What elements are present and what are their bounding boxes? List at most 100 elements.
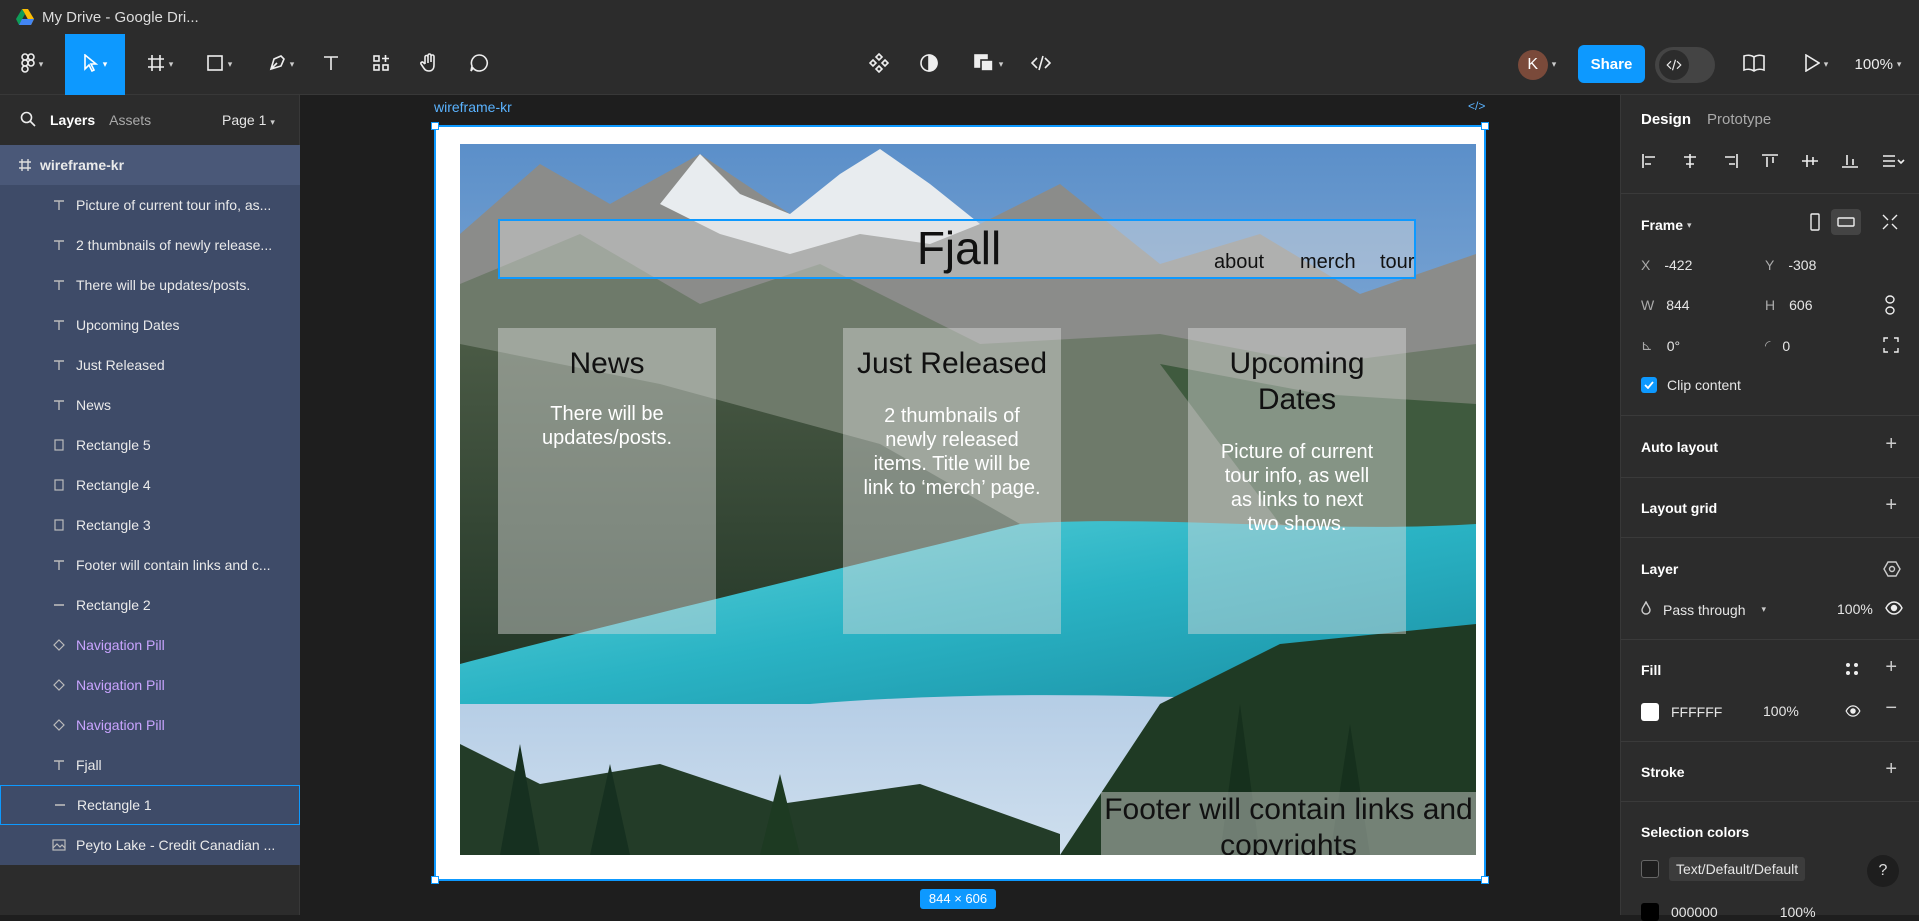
- layer-opacity[interactable]: 100%: [1837, 601, 1873, 617]
- color-swatch[interactable]: [1641, 903, 1659, 921]
- fit-content-icon[interactable]: [1881, 213, 1899, 234]
- dev-mode-toggle[interactable]: [1655, 47, 1715, 83]
- add-layout-grid-icon[interactable]: +: [1885, 494, 1897, 517]
- wireframe-frame[interactable]: Fjall about merch tour News There will b…: [431, 122, 1489, 884]
- layer-row[interactable]: Navigation Pill: [0, 705, 300, 745]
- portrait-icon[interactable]: [1809, 213, 1821, 234]
- header-bar[interactable]: Fjall about merch tour: [498, 219, 1416, 279]
- canvas[interactable]: wireframe-kr </> Fjall about merch tour …: [300, 95, 1620, 915]
- remove-fill-icon[interactable]: −: [1885, 697, 1897, 720]
- resize-handle[interactable]: [431, 876, 439, 884]
- corner-radius-field[interactable]: ◜ 0: [1765, 337, 1790, 354]
- resize-handle[interactable]: [431, 122, 439, 130]
- resize-handle[interactable]: [1481, 122, 1489, 130]
- add-fill-icon[interactable]: +: [1885, 656, 1897, 679]
- rotation-field[interactable]: ⊾ 0°: [1641, 337, 1680, 354]
- align-left-icon[interactable]: [1641, 153, 1659, 172]
- frame-code-icon[interactable]: </>: [1468, 99, 1485, 113]
- news-card[interactable]: News There will be updates/posts.: [498, 328, 716, 634]
- add-auto-layout-icon[interactable]: +: [1885, 433, 1897, 456]
- fill-swatch[interactable]: [1641, 703, 1659, 721]
- frame-section-label[interactable]: Frame: [1641, 217, 1683, 233]
- selection-color-hex[interactable]: 000000: [1671, 904, 1718, 920]
- layer-row[interactable]: Footer will contain links and c...: [0, 545, 300, 585]
- y-field[interactable]: Y -308: [1765, 257, 1816, 273]
- layer-row[interactable]: Rectangle 5: [0, 425, 300, 465]
- layer-row[interactable]: wireframe-kr: [0, 145, 300, 185]
- layer-row[interactable]: Navigation Pill: [0, 625, 300, 665]
- align-top-icon[interactable]: [1761, 153, 1779, 172]
- page-selector[interactable]: Page 1 ▾: [222, 112, 275, 128]
- present-button[interactable]: ▾: [1796, 34, 1836, 95]
- styles-grid-icon[interactable]: [1845, 662, 1859, 679]
- add-stroke-icon[interactable]: +: [1885, 758, 1897, 781]
- move-tool-button[interactable]: ▾: [65, 34, 125, 95]
- pen-tool-button[interactable]: ▾: [260, 34, 302, 95]
- x-field[interactable]: X -422: [1641, 257, 1761, 273]
- landscape-icon[interactable]: [1831, 209, 1861, 235]
- frame-label[interactable]: wireframe-kr: [434, 99, 512, 115]
- color-style-name[interactable]: Text/Default/Default: [1669, 857, 1806, 881]
- fill-hex[interactable]: FFFFFF: [1671, 704, 1722, 720]
- footer-text[interactable]: Footer will contain links and copyrights: [1101, 792, 1476, 855]
- align-middle-icon[interactable]: [1801, 153, 1819, 172]
- independent-corners-icon[interactable]: [1883, 337, 1899, 356]
- main-menu-button[interactable]: ▾: [12, 34, 52, 95]
- nav-pill-about[interactable]: about: [1214, 251, 1264, 274]
- help-icon[interactable]: ?: [1867, 855, 1899, 887]
- eye-icon[interactable]: [1885, 601, 1903, 618]
- frame-tool-button[interactable]: ▾: [140, 34, 180, 95]
- fill-visibility-eye-icon[interactable]: [1845, 705, 1861, 720]
- layer-row[interactable]: Picture of current tour info, as...: [0, 185, 300, 225]
- dev-mode-code-button[interactable]: [1028, 34, 1054, 95]
- zoom-menu[interactable]: 100% ▾: [1848, 34, 1908, 95]
- color-swatch[interactable]: [1641, 860, 1659, 878]
- tab-prototype[interactable]: Prototype: [1707, 111, 1771, 128]
- layer-row[interactable]: Rectangle 1: [0, 785, 300, 825]
- distribute-icon[interactable]: [1881, 153, 1905, 172]
- selection-color-row[interactable]: Text/Default/Default: [1641, 857, 1806, 881]
- fill-row[interactable]: FFFFFF: [1641, 703, 1722, 721]
- selection-color-row[interactable]: 000000 100%: [1641, 903, 1816, 921]
- nav-pill-merch[interactable]: merch: [1300, 251, 1356, 274]
- layer-row[interactable]: Rectangle 3: [0, 505, 300, 545]
- nav-pill-tour[interactable]: tour: [1380, 251, 1414, 274]
- layer-row[interactable]: Fjall: [0, 745, 300, 785]
- align-bottom-icon[interactable]: [1841, 153, 1859, 172]
- align-right-icon[interactable]: [1721, 153, 1739, 172]
- constrain-proportions-icon[interactable]: [1884, 295, 1896, 318]
- layer-row[interactable]: News: [0, 385, 300, 425]
- fill-opacity[interactable]: 100%: [1763, 703, 1799, 719]
- layer-row[interactable]: Rectangle 2: [0, 585, 300, 625]
- layer-row[interactable]: Peyto Lake - Credit Canadian ...: [0, 825, 300, 865]
- boolean-ops-button[interactable]: ▾: [966, 34, 1010, 95]
- tab-assets[interactable]: Assets: [109, 112, 151, 128]
- layer-row[interactable]: 2 thumbnails of newly release...: [0, 225, 300, 265]
- align-center-icon[interactable]: [1681, 153, 1699, 172]
- layer-row[interactable]: Upcoming Dates: [0, 305, 300, 345]
- height-field[interactable]: H 606: [1765, 297, 1812, 313]
- layer-mode-icon[interactable]: [1883, 561, 1901, 580]
- tab-layers[interactable]: Layers: [50, 112, 95, 128]
- tab-design[interactable]: Design: [1641, 111, 1691, 128]
- layer-row[interactable]: Rectangle 4: [0, 465, 300, 505]
- resources-button[interactable]: [366, 34, 396, 95]
- layer-row[interactable]: Just Released: [0, 345, 300, 385]
- upcoming-dates-card[interactable]: Upcoming Dates Picture of current tour i…: [1188, 328, 1406, 634]
- shape-tool-button[interactable]: ▾: [198, 34, 240, 95]
- component-tool-button[interactable]: [866, 34, 892, 95]
- hand-tool-button[interactable]: [414, 34, 444, 95]
- layer-row[interactable]: There will be updates/posts.: [0, 265, 300, 305]
- library-button[interactable]: [1740, 34, 1768, 95]
- search-icon[interactable]: [20, 111, 36, 130]
- user-menu-button[interactable]: K ▾: [1506, 34, 1568, 95]
- clip-content-checkbox[interactable]: Clip content: [1641, 377, 1741, 393]
- comment-tool-button[interactable]: [464, 34, 494, 95]
- layer-row[interactable]: Navigation Pill: [0, 665, 300, 705]
- selection-color-opacity[interactable]: 100%: [1780, 904, 1816, 920]
- width-field[interactable]: W 844: [1641, 297, 1690, 313]
- blend-mode-select[interactable]: Pass through ▾: [1641, 600, 1766, 618]
- contrast-button[interactable]: [916, 34, 942, 95]
- just-released-card[interactable]: Just Released 2 thumbnails of newly rele…: [843, 328, 1061, 634]
- share-button[interactable]: Share: [1578, 45, 1645, 83]
